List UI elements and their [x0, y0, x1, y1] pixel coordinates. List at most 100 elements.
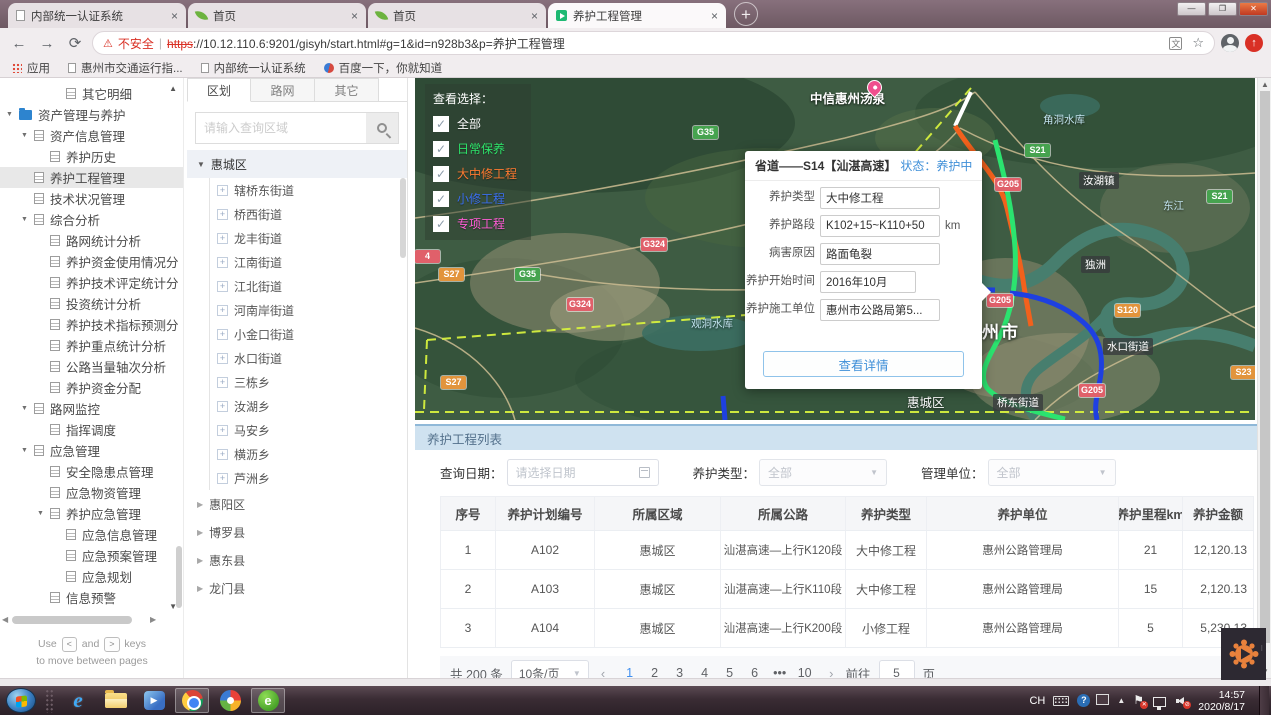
sidebar-item[interactable]: 养护资金使用情况分 — [0, 251, 183, 272]
tree-toggle-icon[interactable] — [217, 473, 228, 484]
sidebar-item[interactable]: 指挥调度 — [0, 419, 183, 440]
tree-tab[interactable]: 路网 — [251, 78, 315, 102]
tree-toggle-icon[interactable] — [217, 401, 228, 412]
tab-close-icon[interactable]: × — [351, 9, 358, 23]
tree-toggle-icon[interactable] — [197, 160, 205, 169]
tree-toggle-icon[interactable] — [217, 329, 228, 340]
tree-vertical-scrollbar[interactable] — [400, 178, 406, 258]
tree-node[interactable]: 小金口街道 — [187, 322, 407, 346]
page-vertical-scrollbar[interactable]: ▲ ▼ — [1257, 78, 1271, 678]
tree-node[interactable]: 辖桥东街道 — [187, 178, 407, 202]
unit-filter-select[interactable]: 全部 ▼ — [988, 459, 1116, 486]
sidebar-item[interactable]: 养护历史 — [0, 146, 183, 167]
sidebar-vertical-scrollbar[interactable] — [176, 546, 182, 608]
tree-toggle-icon[interactable] — [197, 556, 203, 565]
scrollbar-thumb[interactable] — [1260, 91, 1270, 643]
tree-toggle-icon[interactable] — [217, 209, 228, 220]
sidebar-item[interactable]: 投资统计分析 — [0, 293, 183, 314]
tree-toggle-icon[interactable] — [197, 584, 203, 593]
new-tab-button[interactable]: + — [734, 2, 758, 26]
reload-icon[interactable]: ⟳ — [64, 32, 86, 54]
checkbox-checked-icon[interactable] — [433, 166, 449, 182]
popup-field-value[interactable]: K102+15~K110+50 — [820, 215, 940, 237]
tree-node[interactable]: 汝湖乡 — [187, 394, 407, 418]
sidebar-item[interactable]: 综合分析 — [0, 209, 183, 230]
tree-node[interactable]: 龙门县 — [187, 574, 407, 602]
tree-node[interactable]: 水口街道 — [187, 346, 407, 370]
bookmark-item[interactable]: 百度一下，你就知道 — [324, 60, 443, 76]
expand-arrow-icon[interactable] — [37, 510, 50, 517]
volume-muted-icon[interactable]: ⊘ — [1174, 694, 1188, 707]
tree-node[interactable]: 横沥乡 — [187, 442, 407, 466]
window-minimize-button[interactable]: — — [1177, 2, 1206, 16]
scroll-up-icon[interactable]: ▲ — [1258, 80, 1271, 89]
language-indicator[interactable]: CH — [1029, 695, 1045, 707]
map-view[interactable]: G35 G35 G35 G324 G324 G324 4 S27 S27 S21… — [415, 78, 1255, 420]
tree-node[interactable]: 江北街道 — [187, 274, 407, 298]
sidebar-item[interactable]: 应急物资管理 — [0, 482, 183, 503]
expand-arrow-icon[interactable] — [21, 216, 34, 223]
region-search-input[interactable] — [196, 113, 366, 143]
network-icon[interactable] — [1153, 697, 1166, 707]
keyboard-icon[interactable] — [1053, 696, 1069, 706]
translate-icon[interactable]: 文 — [1169, 37, 1182, 50]
sidebar-item[interactable]: 技术状况管理 — [0, 188, 183, 209]
tree-toggle-icon[interactable] — [217, 185, 228, 196]
expand-arrow-icon[interactable] — [21, 447, 34, 454]
checkbox-checked-icon[interactable] — [433, 191, 449, 207]
taskbar-explorer-icon[interactable] — [99, 688, 133, 713]
sidebar-item[interactable]: 信息预警 — [0, 587, 183, 608]
table-row[interactable]: 3 A104 惠城区 汕湛高速—上行K200段 小修工程 惠州公路管理局 5 5… — [440, 609, 1254, 648]
sidebar-item[interactable]: 路网统计分析 — [0, 230, 183, 251]
browser-update-icon[interactable]: ↑ — [1245, 34, 1263, 52]
tab-close-icon[interactable]: × — [711, 9, 718, 23]
tree-node[interactable]: 三栋乡 — [187, 370, 407, 394]
tree-node[interactable]: 马安乡 — [187, 418, 407, 442]
tree-node[interactable]: 惠城区 — [187, 150, 407, 178]
show-desktop-button[interactable] — [1259, 686, 1269, 715]
sidebar-scroll-right-icon[interactable]: ▶ — [150, 615, 156, 624]
tree-toggle-icon[interactable] — [217, 425, 228, 436]
table-row[interactable]: 1 A102 惠城区 汕湛高速—上行K120段 大中修工程 惠州公路管理局 21… — [440, 531, 1254, 570]
tree-toggle-icon[interactable] — [217, 233, 228, 244]
taskbar-360se-icon[interactable]: e — [251, 688, 285, 713]
browser-tab[interactable]: 首页 × — [188, 3, 366, 28]
popup-field-value[interactable]: 路面龟裂 — [820, 243, 940, 265]
tree-node[interactable]: 桥西街道 — [187, 202, 407, 226]
tree-node[interactable]: 龙丰街道 — [187, 226, 407, 250]
help-icon[interactable]: ? — [1077, 694, 1090, 707]
expand-arrow-icon[interactable] — [21, 405, 34, 412]
tree-toggle-icon[interactable] — [217, 449, 228, 460]
action-center-flag-icon[interactable]: ⚑✕ — [1133, 694, 1145, 707]
view-details-button[interactable]: 查看详情 — [763, 351, 964, 377]
tree-node[interactable]: 惠阳区 — [187, 490, 407, 518]
sidebar-horizontal-scrollbar[interactable] — [12, 616, 132, 624]
expand-arrow-icon[interactable] — [6, 111, 19, 118]
sidebar-item[interactable]: 安全隐患点管理 — [0, 461, 183, 482]
sidebar-item[interactable]: 养护资金分配 — [0, 377, 183, 398]
window-maximize-button[interactable]: ❐ — [1208, 2, 1237, 16]
sidebar-item[interactable]: 资产管理与养护 — [0, 104, 183, 125]
sidebar-item[interactable]: 应急信息管理 — [0, 524, 183, 545]
taskbar-media-player-icon[interactable]: ▶ — [137, 688, 171, 713]
security-warning-icon[interactable]: ⚠ — [103, 37, 113, 50]
display-switch-icon[interactable] — [1098, 696, 1109, 705]
taskbar-360-icon[interactable] — [213, 688, 247, 713]
tree-node[interactable]: 芦洲乡 — [187, 466, 407, 490]
checkbox-checked-icon[interactable] — [433, 116, 449, 132]
browser-tab[interactable]: 内部统一认证系统 × — [8, 3, 186, 28]
popup-field-value[interactable]: 惠州市公路局第5... — [820, 299, 940, 321]
tree-node[interactable]: 河南岸街道 — [187, 298, 407, 322]
forward-icon[interactable]: → — [36, 32, 58, 54]
tree-toggle-icon[interactable] — [217, 257, 228, 268]
tree-toggle-icon[interactable] — [217, 305, 228, 316]
table-row[interactable]: 2 A103 惠城区 汕湛高速—上行K110段 大中修工程 惠州公路管理局 15… — [440, 570, 1254, 609]
sidebar-item[interactable]: 路网监控 — [0, 398, 183, 419]
expand-arrow-icon[interactable] — [21, 132, 34, 139]
sidebar-item[interactable]: 养护工程管理 — [0, 167, 183, 188]
window-close-button[interactable]: ✕ — [1239, 2, 1268, 16]
browser-tab[interactable]: 养护工程管理 × — [548, 3, 726, 28]
tab-close-icon[interactable]: × — [171, 9, 178, 23]
checkbox-checked-icon[interactable] — [433, 141, 449, 157]
sidebar-item[interactable]: 资产信息管理 — [0, 125, 183, 146]
